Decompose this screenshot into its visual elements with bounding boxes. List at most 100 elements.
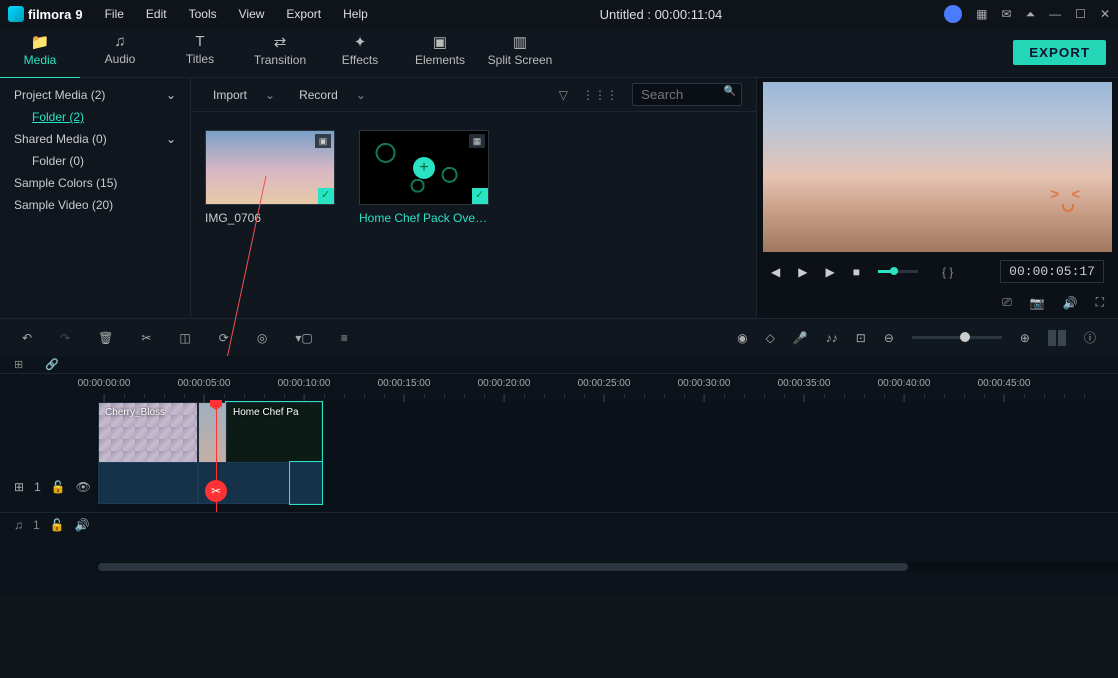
mail-icon[interactable]: ✉ [1002, 7, 1012, 21]
menu-export[interactable]: Export [276, 3, 331, 25]
green-screen-icon[interactable]: ▾▢ [295, 331, 312, 345]
help-icon[interactable]: ⓘ [1084, 329, 1096, 346]
clip-audio-lane[interactable] [290, 462, 322, 504]
search-input[interactable] [632, 83, 742, 106]
thumb-image: ▦+ [359, 130, 489, 205]
quality-icon[interactable]: ⎚ [1002, 295, 1012, 310]
audio-track-head: ♫1 🔓 🔊 [0, 512, 1118, 536]
import-dropdown[interactable]: Import [205, 84, 283, 106]
delete-icon[interactable]: 🗑 [98, 331, 113, 345]
filter-icon[interactable]: ▽ [559, 88, 568, 102]
crop-icon[interactable]: ◫ [179, 331, 190, 345]
next-frame-icon[interactable]: ▶ [825, 265, 834, 279]
timeline-scrollbar[interactable] [96, 562, 1118, 572]
manage-tracks-icon[interactable]: ⊞ [14, 358, 23, 371]
snapshot-icon[interactable]: 📷 [1030, 296, 1045, 310]
lock-icon[interactable]: 🔓 [51, 480, 66, 494]
gallery-icon[interactable]: ▦ [976, 7, 987, 21]
play-icon[interactable]: ▶ [798, 265, 807, 279]
tab-icon: 📁 [0, 33, 80, 51]
render-icon[interactable]: ◉ [737, 331, 747, 345]
track-height-icon[interactable] [1048, 330, 1066, 346]
tab-elements[interactable]: ▣Elements [400, 27, 480, 79]
tab-transition[interactable]: ⇄Transition [240, 27, 320, 79]
redo-icon[interactable]: ↷ [60, 331, 70, 345]
tab-icon: ▣ [400, 33, 480, 51]
preview-viewport[interactable]: > < [763, 82, 1112, 252]
used-check-icon [318, 188, 334, 204]
zoom-out-icon[interactable]: ⊖ [884, 331, 894, 345]
marker-brackets: { } [942, 265, 953, 279]
volume-slider[interactable] [878, 270, 918, 273]
sidebar-item[interactable]: Sample Colors (15) [0, 172, 190, 194]
zoom-slider[interactable] [912, 336, 1002, 339]
thumb-label: IMG_0706 [205, 211, 335, 225]
prev-frame-icon[interactable]: ◀ [771, 265, 780, 279]
sidebar-item[interactable]: Folder (2) [0, 106, 190, 128]
sidebar-item[interactable]: Sample Video (20) [0, 194, 190, 216]
timeline-clip[interactable] [198, 402, 226, 462]
tab-icon: ⇄ [240, 33, 320, 51]
fit-icon[interactable]: ⊡ [856, 331, 866, 345]
stop-icon[interactable]: ■ [853, 265, 860, 279]
mute-icon[interactable]: 🔊 [1063, 296, 1078, 310]
tab-titles[interactable]: TTitles [160, 27, 240, 79]
sidebar-item[interactable]: Project Media (2)⌄ [0, 84, 190, 106]
clip-audio-lane[interactable] [98, 462, 198, 504]
timeline-clip[interactable]: Cherry_Bloss [98, 402, 198, 462]
tab-split-screen[interactable]: ▥Split Screen [480, 27, 560, 79]
ruler-tick: 00:00:35:00 [778, 378, 831, 389]
audio-mute-icon[interactable]: 🔊 [75, 518, 90, 532]
visibility-icon[interactable]: 👁 [76, 480, 91, 494]
cut-badge-icon[interactable]: ✂ [205, 480, 227, 502]
preview-panel: > < ◀ ▶ ▶ ■ { } 00:00:05:17 ⎚ 📷 🔊 ⛶ [756, 78, 1118, 318]
fullscreen-icon[interactable]: ⛶ [1096, 295, 1104, 310]
split-icon[interactable]: ✂ [141, 331, 151, 345]
video-track: ⊞1 🔓 👁 ✂ Cherry_BlossHome Chef Pa [0, 402, 1118, 512]
track-body[interactable]: ✂ Cherry_Bloss Home Chef Pa [96, 402, 1118, 512]
menu-edit[interactable]: Edit [136, 3, 177, 25]
mic-icon[interactable]: ⏶ [1026, 7, 1036, 22]
voiceover-icon[interactable]: 🎤 [793, 331, 808, 345]
sidebar-item[interactable]: Folder (0) [0, 150, 190, 172]
playhead[interactable]: ✂ [216, 402, 217, 512]
timeline-toolbar: ↶ ↷ 🗑 ✂ ◫ ⟳ ◎ ▾▢ ≡ ◉ ◇ 🎤 ♪♪ ⊡ ⊖ ⊕ ⓘ [0, 318, 1118, 356]
menu-view[interactable]: View [229, 3, 275, 25]
speed-icon[interactable]: ⟳ [219, 331, 229, 345]
marker-icon[interactable]: ◇ [766, 331, 775, 345]
tab-audio[interactable]: ♫Audio [80, 27, 160, 79]
tab-media[interactable]: 📁Media [0, 27, 80, 79]
timeline-clip[interactable]: Home Chef Pa [226, 402, 322, 462]
link-icon[interactable]: 🔗 [45, 358, 59, 371]
timeline-ruler[interactable]: 00:00:00:0000:00:05:0000:00:10:0000:00:1… [96, 374, 1118, 402]
tab-effects[interactable]: ✦Effects [320, 27, 400, 79]
clip-thumb [199, 403, 225, 463]
close-icon[interactable]: ✕ [1100, 7, 1110, 21]
mixer-icon[interactable]: ♪♪ [826, 331, 838, 345]
media-thumb[interactable]: ▦+Home Chef Pack Overl… [359, 130, 489, 225]
preview-timecode[interactable]: 00:00:05:17 [1000, 260, 1104, 283]
undo-icon[interactable]: ↶ [22, 331, 32, 345]
menu-tools[interactable]: Tools [179, 3, 227, 25]
track-number: 1 [34, 480, 41, 494]
logo-icon [8, 6, 24, 22]
export-button[interactable]: EXPORT [1013, 40, 1106, 65]
adjust-icon[interactable]: ≡ [341, 331, 348, 345]
zoom-in-icon[interactable]: ⊕ [1020, 331, 1030, 345]
ruler-tick: 00:00:20:00 [478, 378, 531, 389]
record-dropdown[interactable]: Record [291, 84, 374, 106]
used-check-icon [472, 188, 488, 204]
menu-file[interactable]: File [95, 3, 134, 25]
user-avatar-icon[interactable] [944, 5, 962, 23]
media-thumb[interactable]: ▣IMG_0706 [205, 130, 335, 225]
color-icon[interactable]: ◎ [257, 331, 267, 345]
minimize-icon[interactable]: — [1049, 7, 1061, 21]
tab-icon: ▥ [480, 33, 560, 51]
audio-lock-icon[interactable]: 🔓 [50, 518, 65, 532]
add-icon[interactable]: + [413, 157, 435, 179]
grid-view-icon[interactable]: ⋮⋮⋮ [582, 88, 618, 102]
menu-help[interactable]: Help [333, 3, 378, 25]
window-controls: ▦ ✉ ⏶ — ☐ ✕ [944, 5, 1110, 23]
sidebar-item[interactable]: Shared Media (0)⌄ [0, 128, 190, 150]
maximize-icon[interactable]: ☐ [1075, 7, 1086, 21]
